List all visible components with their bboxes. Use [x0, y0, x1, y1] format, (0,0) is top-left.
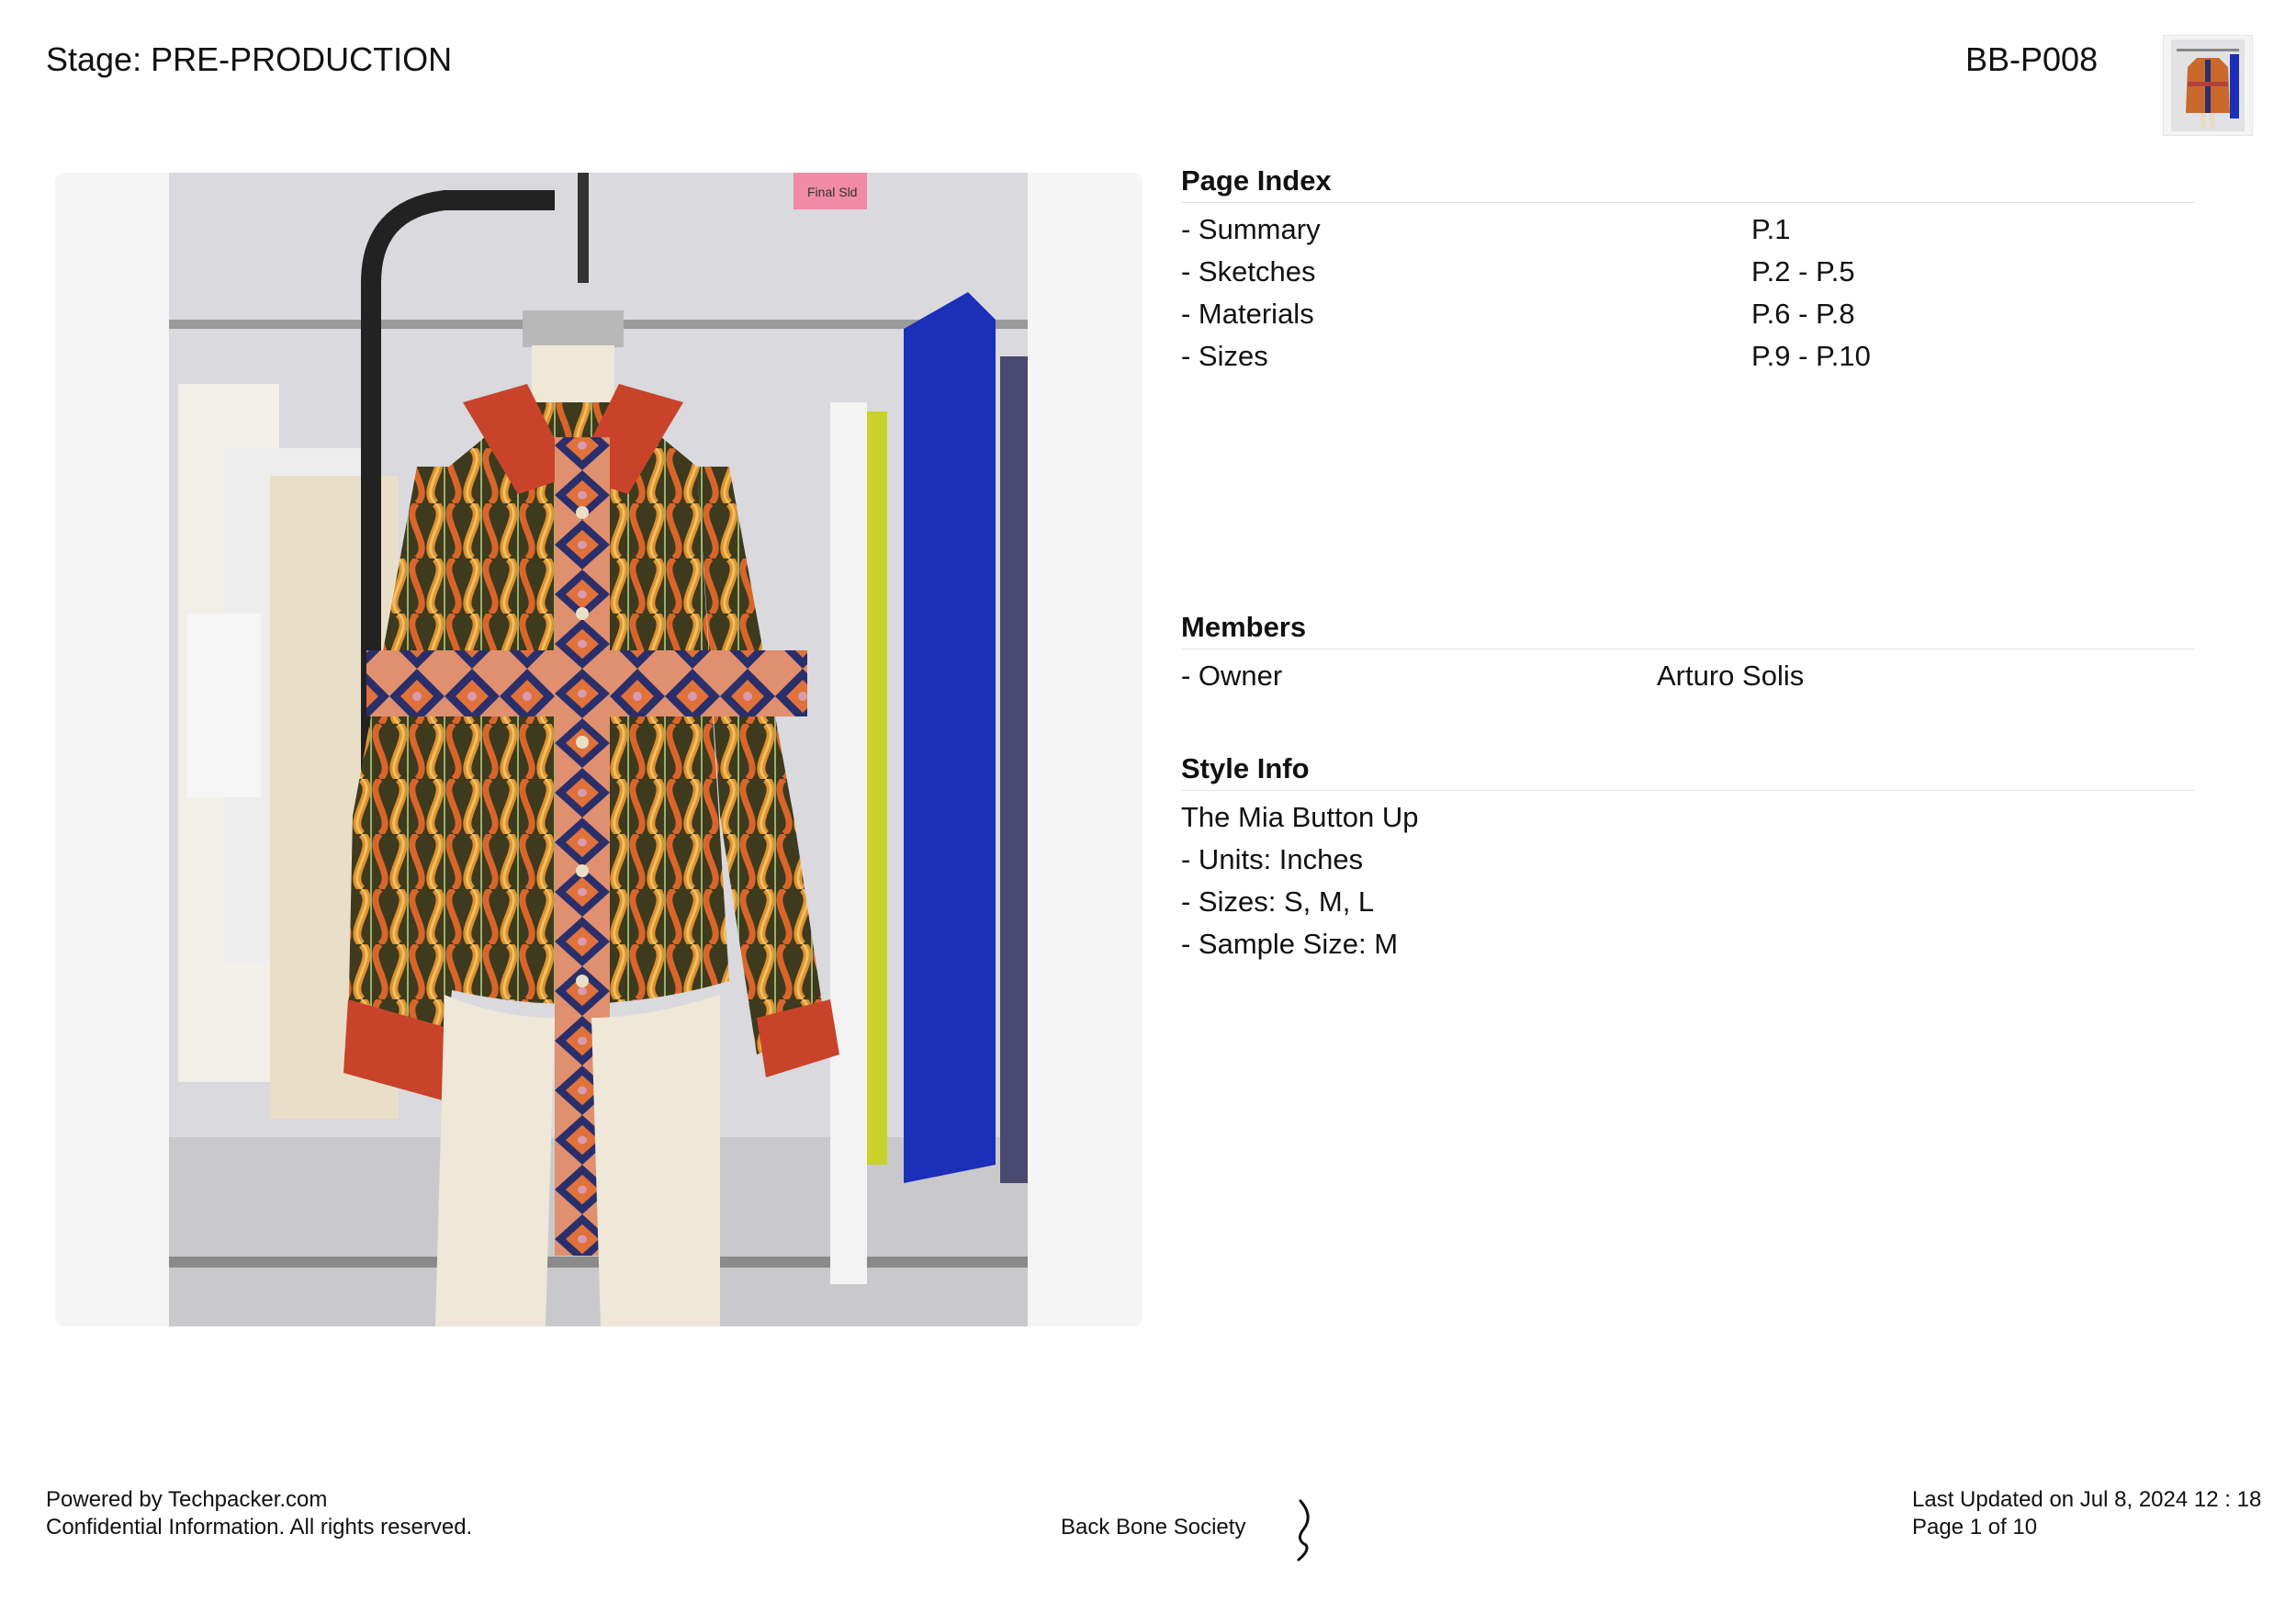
page-index-pages: P.6 - P.8 [1751, 298, 1855, 330]
page-index-pages: P.2 - P.5 [1751, 255, 1855, 288]
page-index-row: - Materials P.6 - P.8 [1181, 293, 2195, 335]
page-index-row: - Summary P.1 [1181, 209, 2195, 251]
page-index-row: - Sketches P.2 - P.5 [1181, 251, 2195, 293]
thumbnail-garment-icon [2171, 39, 2245, 131]
product-photo[interactable]: Final Sld [169, 173, 1028, 1326]
page-index-section: Page Index - Summary P.1 - Sketches P.2 … [1181, 164, 2195, 378]
style-units: - Units: Inches [1181, 843, 1364, 875]
techpack-page: Stage: PRE-PRODUCTION BB-P008 Final Sld … [0, 0, 2296, 1624]
footer-left: Powered by Techpacker.com Confidential I… [46, 1486, 472, 1541]
page-index-title: Page Index [1181, 164, 2195, 203]
page-number-text: Page 1 of 10 [1912, 1515, 2038, 1539]
style-name: The Mia Button Up [1181, 801, 1419, 833]
page-index-label: - Sketches [1181, 255, 1316, 288]
page-index-label: - Sizes [1181, 340, 1268, 372]
page-index-pages: P.1 [1751, 213, 1791, 245]
sticky-note-text: Final Sld [807, 185, 857, 199]
footer-right: Last Updated on Jul 8, 2024 12 : 18 Page… [1912, 1486, 2261, 1541]
member-role: - Owner [1181, 660, 1283, 692]
page-index-row: - Sizes P.9 - P.10 [1181, 335, 2195, 378]
stage-title: Stage: PRE-PRODUCTION [46, 40, 453, 78]
members-section: Members - Owner Arturo Solis [1181, 610, 2195, 697]
style-thumbnail[interactable] [2163, 35, 2253, 136]
style-info-section: Style Info The Mia Button Up - Units: In… [1181, 751, 2195, 965]
product-photo-frame: Final Sld [55, 173, 1142, 1326]
style-info-title: Style Info [1181, 751, 2195, 791]
member-name: Arturo Solis [1657, 660, 1805, 692]
member-row: - Owner Arturo Solis [1181, 655, 2195, 697]
page-index-label: - Materials [1181, 298, 1314, 330]
style-sample-size: - Sample Size: M [1181, 928, 1399, 960]
page-index-label: - Summary [1181, 213, 1321, 245]
back-bone-society-logo-icon [1273, 1497, 1330, 1562]
style-sizes: - Sizes: S, M, L [1181, 885, 1375, 918]
confidential-text: Confidential Information. All rights res… [46, 1515, 473, 1539]
last-updated-text: Last Updated on Jul 8, 2024 12 : 18 [1912, 1487, 2262, 1512]
garment-photo-icon: Final Sld [169, 173, 1028, 1326]
style-code: BB-P008 [1965, 40, 2099, 78]
company-name: Back Bone Society [1061, 1515, 1246, 1539]
powered-by-text: Powered by Techpacker.com [46, 1487, 328, 1512]
members-title: Members [1181, 610, 2195, 649]
page-index-pages: P.9 - P.10 [1751, 340, 1871, 372]
